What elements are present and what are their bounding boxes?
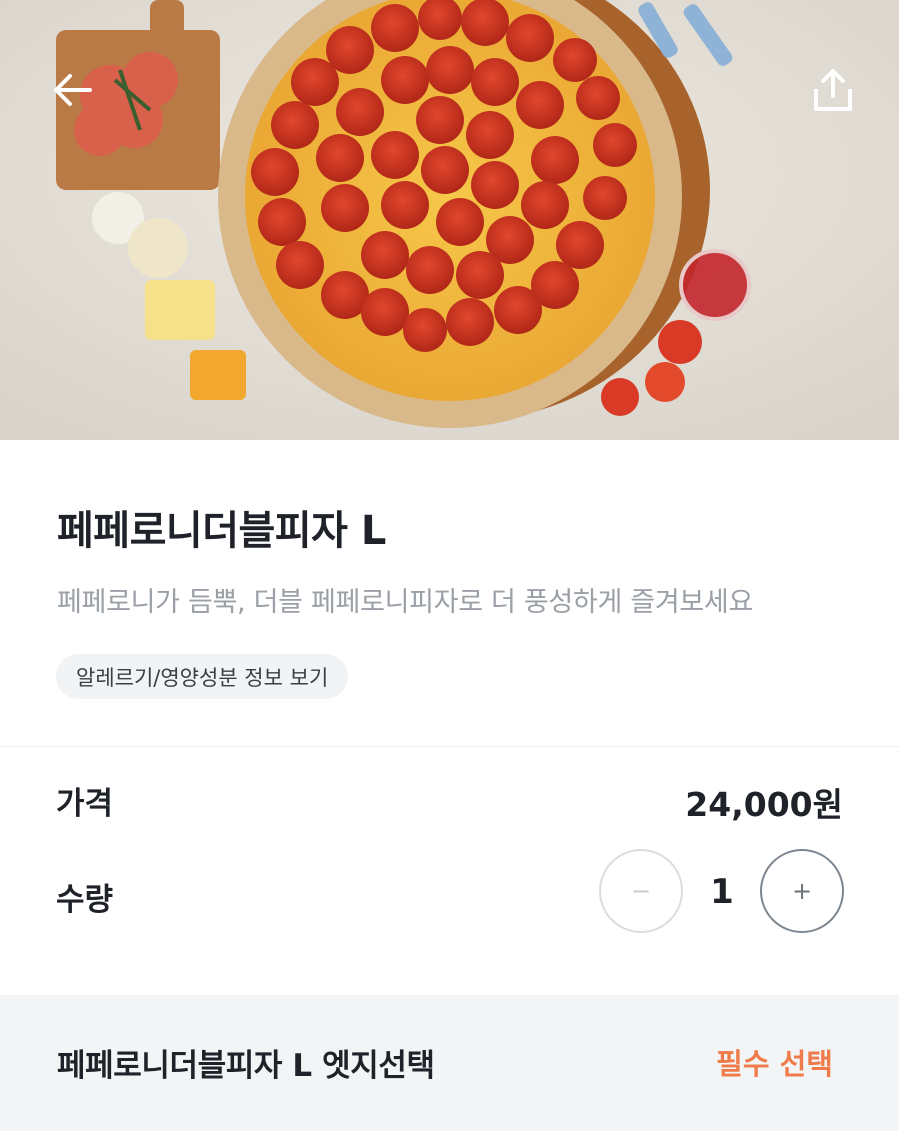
- quantity-label: 수량: [56, 882, 114, 918]
- quantity-decrease-button[interactable]: −: [599, 849, 683, 933]
- product-name: 페페로니더블피자 L: [57, 508, 386, 554]
- pizza-photo: [0, 0, 899, 440]
- share-icon: [814, 69, 852, 111]
- back-button[interactable]: [44, 62, 100, 118]
- plus-icon: +: [791, 877, 813, 905]
- allergy-info-button[interactable]: 알레르기/영양성분 정보 보기: [56, 654, 349, 699]
- required-badge: 필수 선택: [716, 1047, 833, 1081]
- product-hero-image: [0, 0, 899, 440]
- minus-icon: −: [630, 877, 652, 905]
- quantity-increase-button[interactable]: +: [760, 849, 844, 933]
- section-divider: [0, 746, 899, 747]
- price-value: 24,000원: [685, 785, 843, 824]
- price-label: 가격: [56, 786, 114, 822]
- arrow-left-icon: [54, 74, 92, 106]
- product-description: 페페로니가 듬뿍, 더블 페페로니피자로 더 풍성하게 즐겨보세요: [57, 587, 754, 618]
- quantity-value: 1: [710, 872, 734, 912]
- share-button[interactable]: [805, 62, 861, 118]
- option-title: 페페로니더블피자 L 엣지선택: [57, 1048, 435, 1084]
